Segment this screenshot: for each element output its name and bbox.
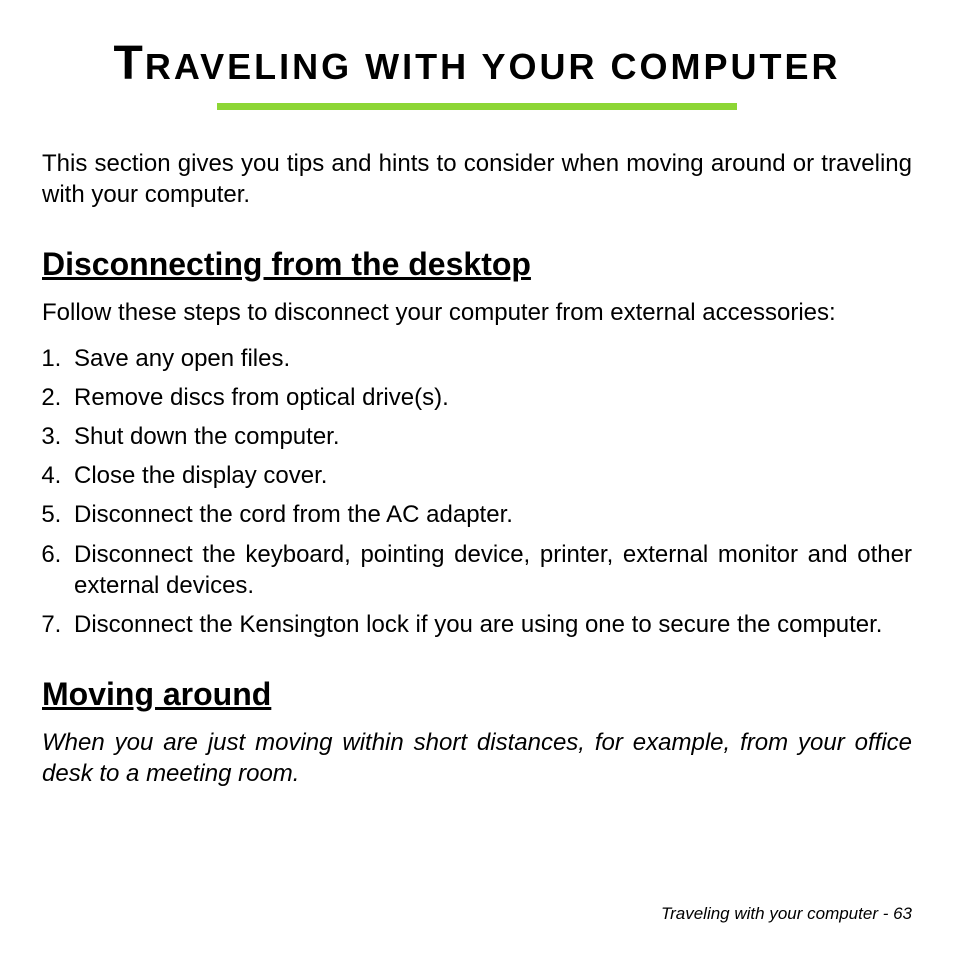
list-item: Remove discs from optical drive(s).	[68, 382, 912, 413]
list-item: Disconnect the keyboard, pointing device…	[68, 539, 912, 601]
steps-list: Save any open files. Remove discs from o…	[42, 343, 912, 641]
section1-paragraph: Follow these steps to disconnect your co…	[42, 297, 912, 328]
list-item: Save any open files.	[68, 343, 912, 374]
intro-paragraph: This section gives you tips and hints to…	[42, 148, 912, 210]
title-divider	[217, 103, 737, 110]
page-title: TRAVELING WITH YOUR COMPUTER	[42, 36, 912, 91]
section2-paragraph: When you are just moving within short di…	[42, 727, 912, 789]
section-heading-disconnecting: Disconnecting from the desktop	[42, 246, 912, 283]
list-item: Shut down the computer.	[68, 421, 912, 452]
title-first-letter: T	[114, 37, 145, 90]
list-item: Close the display cover.	[68, 460, 912, 491]
title-rest: RAVELING WITH YOUR COMPUTER	[145, 46, 841, 87]
list-item: Disconnect the cord from the AC adapter.	[68, 499, 912, 530]
list-item: Disconnect the Kensington lock if you ar…	[68, 609, 912, 640]
page-footer: Traveling with your computer - 63	[661, 904, 912, 924]
section-heading-moving: Moving around	[42, 676, 912, 713]
